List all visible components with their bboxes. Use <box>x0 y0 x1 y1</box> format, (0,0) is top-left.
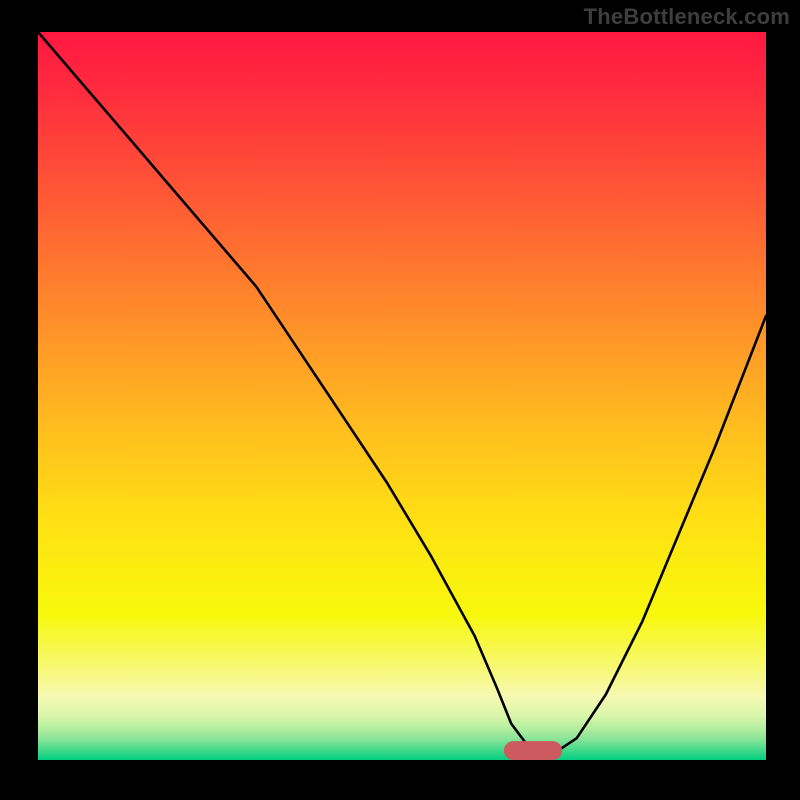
watermark-text: TheBottleneck.com <box>584 4 790 30</box>
optimal-marker <box>504 741 562 760</box>
chart-container: { "watermark": "TheBottleneck.com", "cha… <box>0 0 800 800</box>
chart-svg <box>0 0 800 800</box>
plot-background <box>38 32 766 760</box>
